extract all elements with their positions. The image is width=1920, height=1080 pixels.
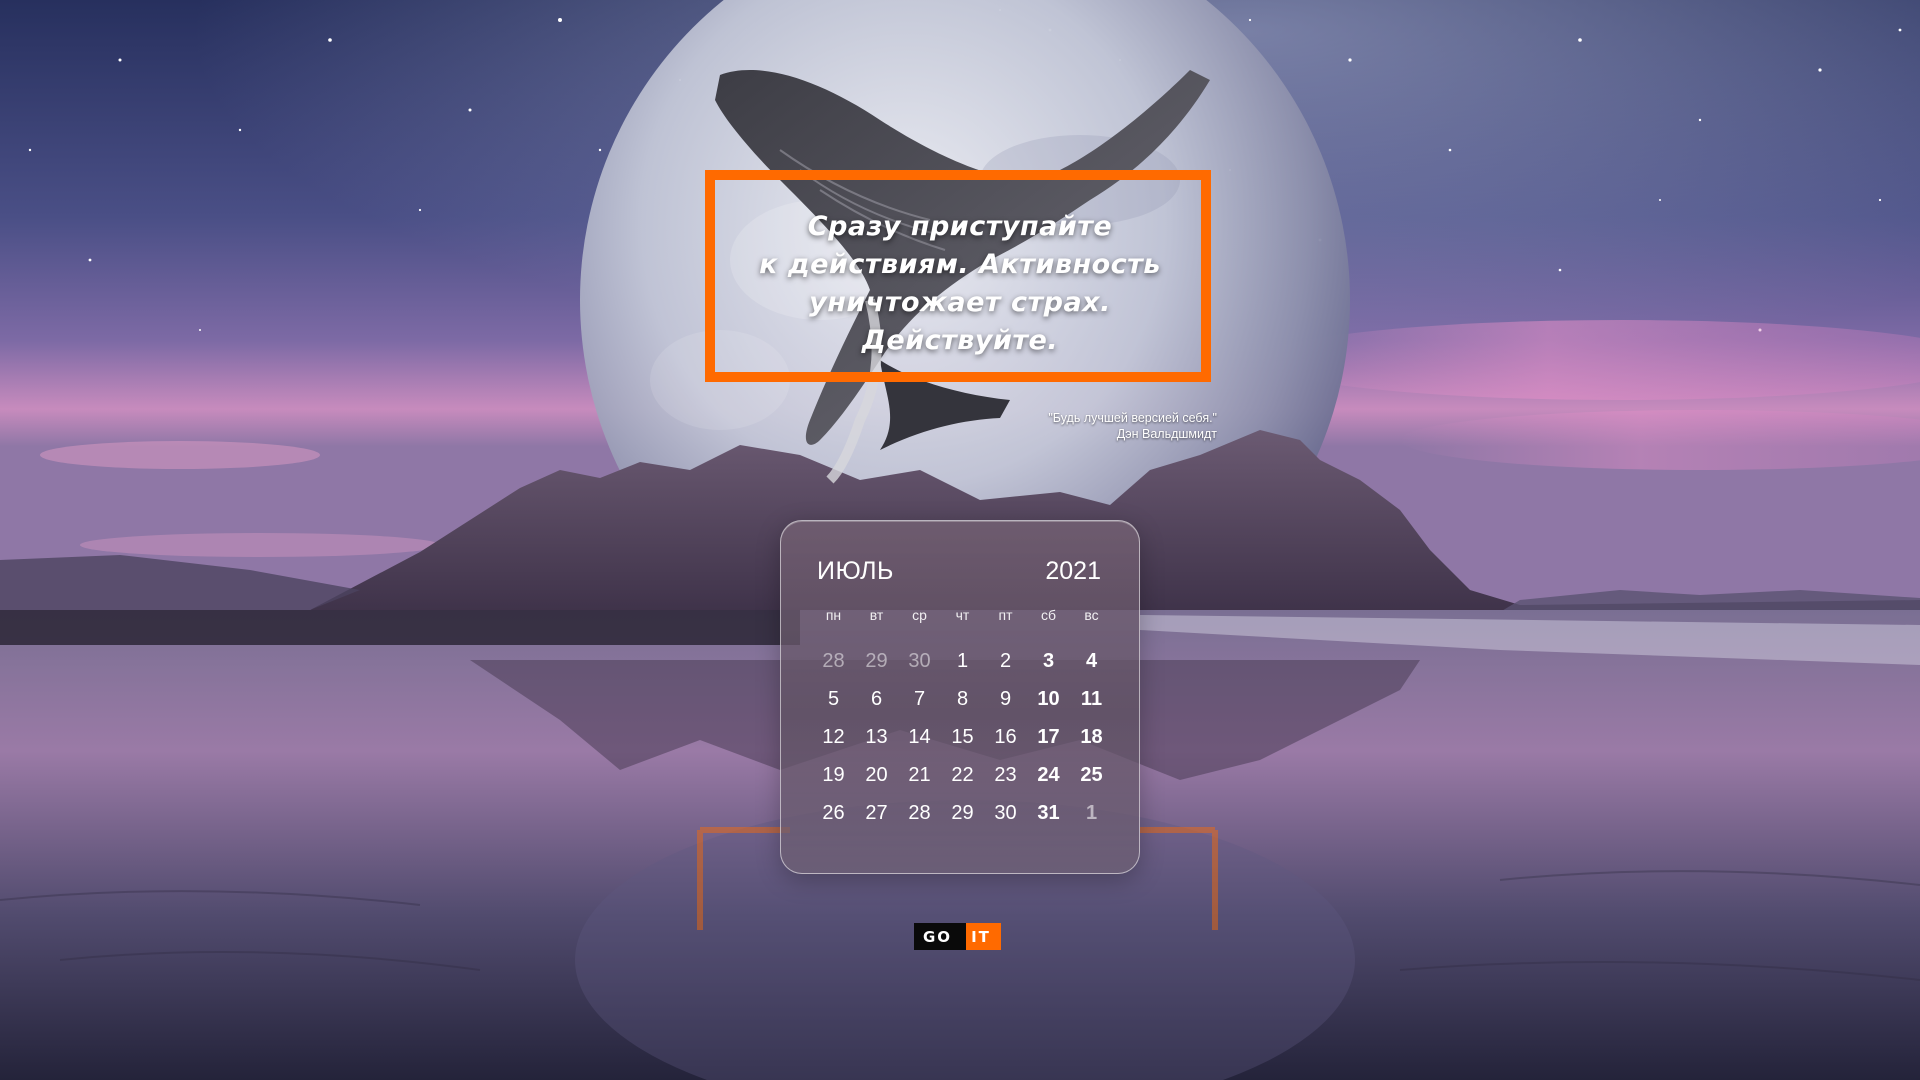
motto-author: Дэн Вальдшмидт: [1116, 427, 1217, 441]
logo-it: IT: [965, 923, 1001, 950]
weekday-label: пн: [825, 607, 842, 623]
calendar-day: 25: [1080, 764, 1103, 786]
goit-logo: GO IT: [914, 923, 1001, 950]
calendar-day: 9: [999, 688, 1012, 710]
calendar-weekday-row: пн вт ср чт пт сб вс: [812, 607, 1113, 623]
calendar-day: 5: [827, 688, 840, 710]
calendar-day: 29: [865, 650, 888, 672]
calendar-day: 24: [1037, 764, 1060, 786]
calendar-day: 29: [951, 802, 974, 824]
calendar-day: 18: [1080, 726, 1103, 748]
calendar-day-grid: 28 29 30 1 2 3 4 5 6 7 8 9 10 11 12 13 1…: [812, 648, 1113, 838]
logo-go: GO: [914, 923, 967, 950]
calendar-day: 2: [999, 650, 1012, 672]
calendar-day: 3: [1042, 650, 1055, 672]
calendar-day: 6: [870, 688, 883, 710]
quote-text: Сразу приступайте к действиям. Активност…: [700, 208, 1220, 360]
weekday-label: вс: [1084, 607, 1099, 623]
calendar-day: 4: [1085, 650, 1098, 672]
motto-text: "Будь лучшей версией себя.": [1048, 411, 1217, 425]
calendar-widget: ИЮЛЬ 2021 пн вт ср чт пт сб вс 28 29 30 …: [780, 520, 1140, 874]
calendar-day: 15: [951, 726, 974, 748]
weekday-label: пт: [998, 607, 1013, 623]
quote-line: к действиям. Активность: [759, 249, 1161, 280]
calendar-day: 12: [822, 726, 845, 748]
calendar-day: 14: [908, 726, 931, 748]
calendar-day: 8: [956, 688, 969, 710]
calendar-day: 21: [908, 764, 931, 786]
calendar-year: 2021: [1045, 557, 1101, 585]
calendar-day: 22: [951, 764, 974, 786]
weekday-label: ср: [912, 607, 927, 623]
calendar-day: 10: [1037, 688, 1060, 710]
calendar-day: 20: [865, 764, 888, 786]
calendar-day: 28: [822, 650, 845, 672]
weekday-label: сб: [1040, 607, 1057, 623]
motto: "Будь лучшей версией себя." Дэн Вальдшми…: [960, 410, 1217, 442]
quote-line: Действуйте.: [861, 325, 1059, 356]
calendar-day: 11: [1080, 688, 1103, 710]
calendar-day: 27: [865, 802, 888, 824]
calendar-day: 13: [865, 726, 888, 748]
calendar-day: 1: [956, 650, 969, 672]
calendar-day: 30: [908, 650, 931, 672]
wallpaper: Сразу приступайте к действиям. Активност…: [0, 0, 1920, 1080]
calendar-day: 17: [1037, 726, 1060, 748]
quote-line: уничтожает страх.: [809, 287, 1111, 318]
quote-line: Сразу приступайте: [807, 211, 1113, 242]
calendar-day: 7: [913, 688, 926, 710]
calendar-day: 16: [994, 726, 1017, 748]
calendar-month: ИЮЛЬ: [817, 557, 894, 585]
calendar-day: 26: [822, 802, 845, 824]
weekday-label: чт: [955, 607, 970, 623]
calendar-day: 30: [994, 802, 1017, 824]
calendar-day: 31: [1037, 802, 1060, 824]
calendar-day: 19: [822, 764, 845, 786]
calendar-day: 23: [994, 764, 1017, 786]
weekday-label: вт: [869, 607, 884, 623]
calendar-day: 28: [908, 802, 931, 824]
calendar-day: 1: [1085, 802, 1098, 824]
